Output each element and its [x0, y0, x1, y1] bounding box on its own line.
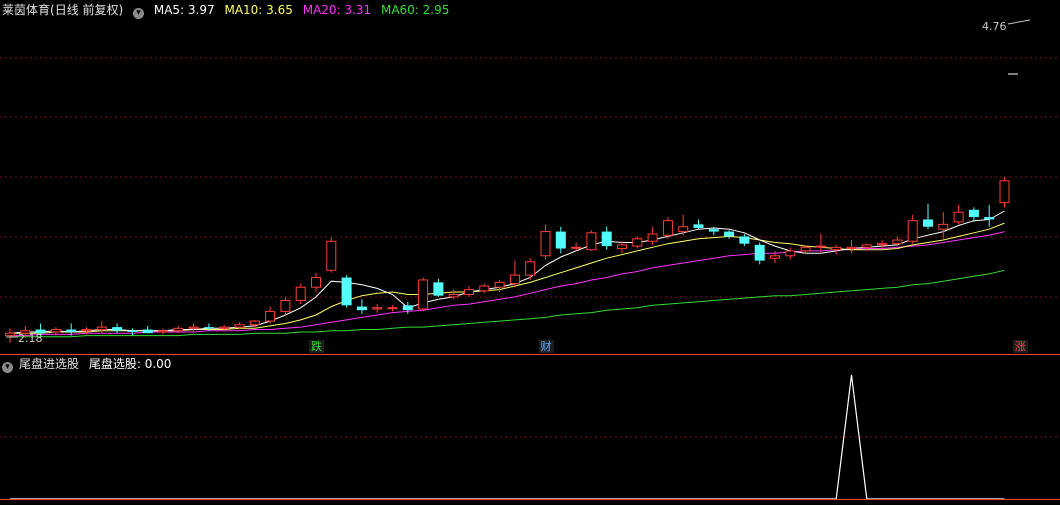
candle-body	[647, 233, 658, 242]
candle-body	[127, 330, 138, 332]
candle-body	[846, 246, 857, 250]
candle-body	[555, 231, 566, 249]
candle-body	[96, 326, 107, 331]
high-price-pointer	[1007, 19, 1031, 25]
candle-body	[953, 211, 964, 223]
candle-body	[662, 220, 673, 236]
candle-body	[265, 310, 276, 322]
candle-body	[617, 244, 627, 250]
candle-body	[66, 329, 77, 332]
candle-body	[448, 293, 459, 298]
event-badge[interactable]: 财	[538, 340, 554, 353]
candle-body	[770, 255, 780, 259]
ma5-line	[9, 210, 1005, 334]
candle-body	[219, 326, 230, 329]
candle-body	[907, 220, 918, 242]
candle-body	[861, 244, 872, 248]
candle-body	[81, 329, 92, 332]
candle-body	[387, 307, 398, 310]
candle-body	[464, 289, 474, 295]
candle-body	[815, 245, 826, 248]
candle-body	[494, 281, 505, 288]
candle-body	[203, 327, 214, 329]
chevron-down-icon[interactable]: ▾	[133, 8, 145, 19]
candlesticks	[5, 177, 1010, 343]
candle-body	[356, 306, 367, 311]
candle-body	[326, 240, 337, 271]
candle-body	[479, 285, 490, 292]
ma20-label: MA20: 3.31	[302, 3, 372, 17]
event-badge[interactable]: 跌	[309, 340, 324, 353]
candle-body	[601, 231, 612, 247]
candle-body	[754, 244, 765, 261]
high-price-label: 4.76	[982, 20, 1007, 33]
candle-body	[739, 236, 750, 244]
candle-body	[984, 217, 995, 220]
ma60-line	[10, 269, 1005, 338]
candle-body	[50, 329, 61, 333]
candle-body	[586, 232, 597, 251]
candle-body	[877, 243, 888, 246]
candle-body	[280, 300, 291, 312]
candle-body	[785, 250, 796, 257]
candle-body	[968, 209, 979, 218]
candle-body	[892, 239, 903, 245]
candle-body	[708, 229, 719, 232]
candle-body	[540, 231, 551, 257]
candle-body	[800, 246, 811, 252]
stock-chart	[0, 19, 1060, 500]
moving-average-lines	[9, 210, 1005, 338]
indicator-name[interactable]: 尾盘进选股	[19, 357, 79, 371]
candle-body	[571, 246, 582, 249]
candle-body	[632, 238, 643, 247]
sub-panel-header: ▾ 尾盘进选股 尾盘选股: 0.00	[2, 356, 177, 373]
candle-body	[418, 279, 429, 310]
low-price-label: 2.18	[18, 332, 43, 345]
main-panel-header: 莱茵体育(日线 前复权) ▾ MA5: 3.97 MA10: 3.65 MA20…	[2, 2, 455, 19]
candle-body	[693, 224, 704, 228]
candle-body	[923, 219, 933, 227]
ma10-line	[10, 222, 1005, 334]
ma10-label: MA10: 3.65	[224, 3, 293, 17]
candle-body	[831, 246, 842, 251]
candle-body	[112, 327, 123, 331]
candle-body	[372, 307, 383, 310]
candle-body	[938, 223, 949, 230]
ma60-label: MA60: 2.95	[380, 3, 450, 17]
stock-name[interactable]: 莱茵体育	[2, 3, 50, 17]
candle-body	[188, 326, 199, 329]
candle-body	[678, 226, 689, 233]
candle-body	[234, 324, 245, 328]
event-badge[interactable]: 涨	[1012, 340, 1028, 353]
candle-body	[341, 277, 352, 306]
candle-body	[5, 332, 15, 337]
candle-body	[249, 320, 260, 326]
chevron-down-icon[interactable]: ▾	[2, 362, 13, 373]
period-label: (日线 前复权)	[50, 3, 124, 17]
candle-body	[142, 329, 153, 334]
candle-body	[311, 277, 321, 288]
candle-body	[158, 330, 168, 333]
candle-body	[173, 327, 184, 332]
candle-body	[724, 231, 735, 237]
ma5-label: MA5: 3.97	[153, 3, 215, 17]
indicator-value: 尾盘选股: 0.00	[88, 357, 172, 371]
candle-body	[433, 282, 444, 296]
candle-body	[509, 274, 520, 285]
candle-body	[295, 286, 306, 302]
candle-body	[999, 180, 1010, 204]
candle-body	[402, 305, 413, 311]
candle-body	[525, 261, 536, 276]
